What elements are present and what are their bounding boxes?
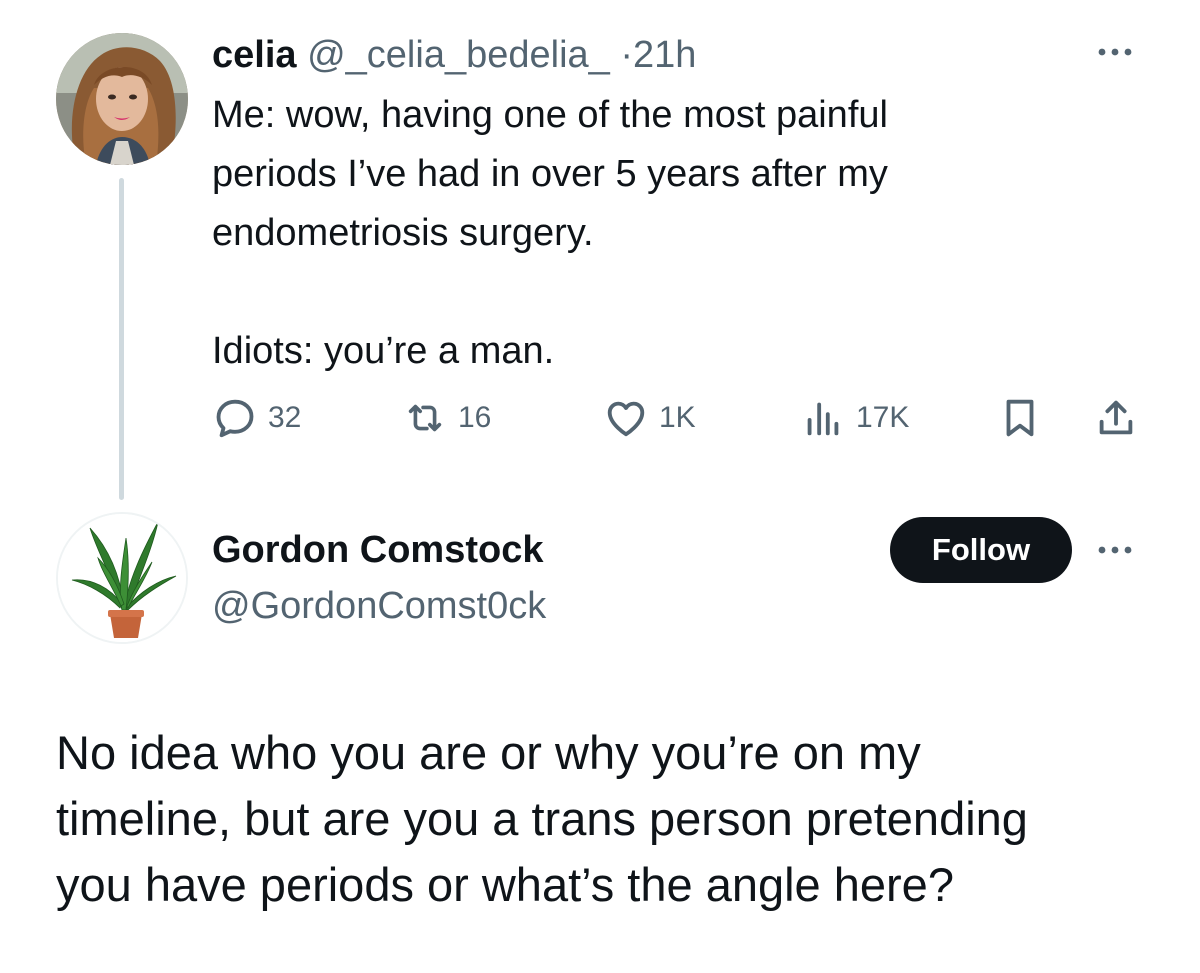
tweet1-timestamp[interactable]: 21h: [633, 34, 696, 76]
views-button[interactable]: 17K: [800, 390, 909, 446]
tweet2-line: you have periods or what’s the angle her…: [56, 858, 954, 911]
avatar-gordon-plant[interactable]: [56, 512, 188, 644]
views-count: 17K: [856, 401, 910, 434]
retweet-button[interactable]: 16: [402, 390, 491, 446]
more-horizontal-icon[interactable]: [1090, 538, 1140, 562]
retweet-icon: [408, 404, 442, 432]
reply-button[interactable]: 32: [212, 390, 301, 446]
tweet2-line: No idea who you are or why you’re on my: [56, 726, 921, 779]
thread-connector-line: [119, 178, 124, 500]
like-button[interactable]: 1K: [603, 390, 696, 446]
tweet1-separator: ·: [620, 34, 633, 76]
heart-icon: [607, 401, 645, 437]
tweet1-author-name[interactable]: celia: [212, 34, 297, 76]
bookmark-button[interactable]: [997, 390, 1043, 446]
avatar-celia[interactable]: [56, 33, 188, 165]
tweet2-author-name[interactable]: Gordon Comstock: [212, 524, 543, 576]
tweet1-line: endometriosis surgery.: [212, 212, 594, 254]
tweet1-text: Me: wow, having one of the most painful …: [212, 86, 1112, 381]
tweet2-line: timeline, but are you a trans person pre…: [56, 792, 1028, 845]
tweet1-line: Me: wow, having one of the most painful: [212, 94, 888, 136]
more-horizontal-icon[interactable]: [1090, 40, 1140, 64]
tweet1-line-break: [212, 263, 1112, 322]
tweet2-author-handle[interactable]: @GordonComst0ck: [212, 580, 546, 632]
share-icon: [1099, 400, 1133, 435]
views-icon: [807, 402, 839, 436]
follow-button[interactable]: Follow: [890, 517, 1072, 583]
tweet2-text: No idea who you are or why you’re on my …: [56, 720, 1156, 918]
tweet-thread: celia @_celia_bedelia_ ·21h Me: wow, hav…: [0, 0, 1200, 973]
retweet-count: 16: [458, 401, 492, 434]
share-button[interactable]: [1093, 390, 1139, 446]
tweet1-author-handle[interactable]: @_celia_bedelia_: [307, 34, 610, 76]
like-count: 1K: [659, 401, 696, 434]
reply-count: 32: [268, 401, 302, 434]
tweet1-line: Idiots: you’re a man.: [212, 330, 555, 372]
reply-icon: [216, 399, 254, 438]
bookmark-icon: [1006, 399, 1034, 437]
tweet1-action-bar: 32 16 1K 17K: [0, 390, 1200, 446]
tweet1-line: periods I’ve had in over 5 years after m…: [212, 153, 888, 195]
tweet1-header: celia @_celia_bedelia_ ·21h: [212, 30, 696, 80]
